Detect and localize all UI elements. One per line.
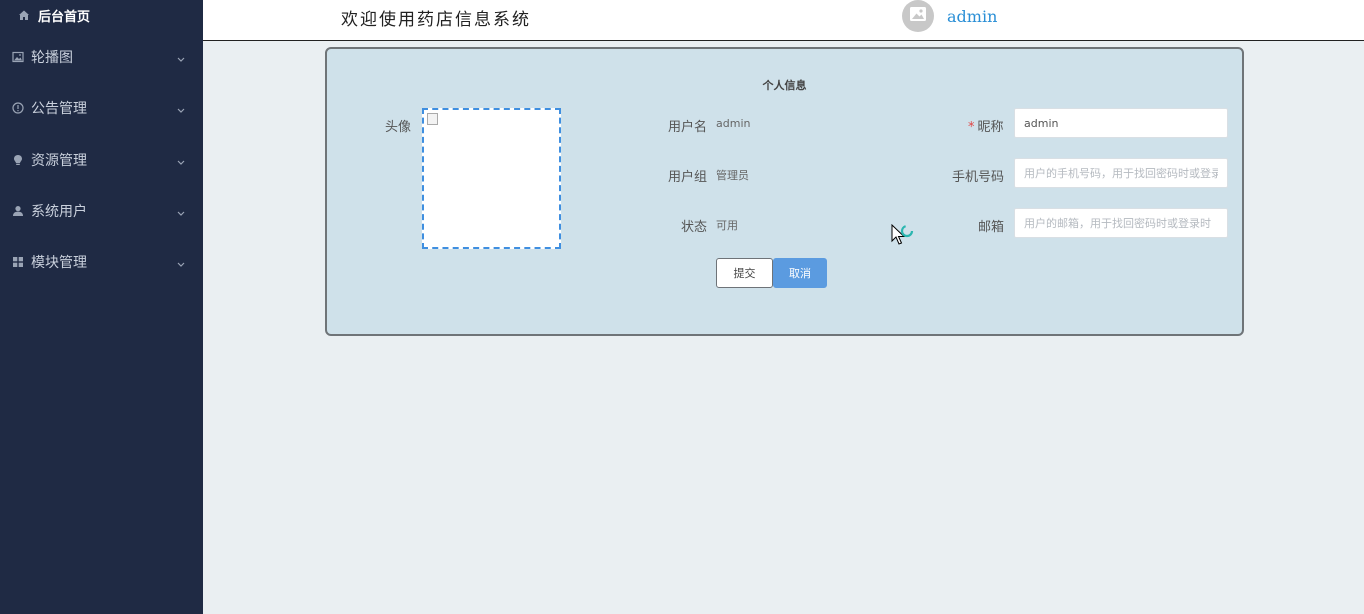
sidebar-item-carousel[interactable]: 轮播图 xyxy=(0,37,203,77)
sidebar-item-label: 系统用户 xyxy=(31,204,87,220)
sidebar-item-label: 模块管理 xyxy=(31,255,87,271)
user-icon xyxy=(12,205,24,217)
sidebar-item-announcements[interactable]: 公告管理 xyxy=(0,88,203,128)
phone-label: 手机号码 xyxy=(952,170,1005,185)
nickname-label: * 昵称 xyxy=(968,116,1004,135)
chevron-down-icon xyxy=(176,103,186,113)
sidebar-item-resources[interactable]: 资源管理 xyxy=(0,140,203,180)
current-user-name[interactable]: admin xyxy=(947,7,997,26)
chevron-down-icon xyxy=(176,52,186,62)
top-header: 欢迎使用药店信息系统 admin xyxy=(203,0,1364,41)
avatar-label: 头像 xyxy=(385,120,412,135)
panel-title: 个人信息 xyxy=(762,79,807,92)
chevron-down-icon xyxy=(176,206,186,216)
sidebar-item-home[interactable]: 后台首页 xyxy=(0,0,203,35)
avatar-upload[interactable] xyxy=(422,108,561,249)
chevron-down-icon xyxy=(176,155,186,165)
bulb-icon xyxy=(12,154,24,166)
nickname-field[interactable] xyxy=(1014,108,1228,138)
required-marker: * xyxy=(968,120,975,135)
phone-field[interactable] xyxy=(1014,158,1228,188)
info-circle-icon xyxy=(12,102,24,114)
broken-image-icon xyxy=(427,113,438,125)
sidebar-item-label: 后台首页 xyxy=(38,9,91,25)
welcome-title: 欢迎使用药店信息系统 xyxy=(341,10,531,30)
user-group-label: 用户组 xyxy=(668,170,708,185)
sidebar-item-system-users[interactable]: 系统用户 xyxy=(0,191,203,231)
user-avatar[interactable] xyxy=(902,0,934,32)
sidebar-item-modules[interactable]: 模块管理 xyxy=(0,242,203,282)
busy-cursor-icon xyxy=(891,223,917,248)
sidebar-item-label: 资源管理 xyxy=(31,153,87,169)
user-group-value: 管理员 xyxy=(716,169,749,182)
nickname-label-text: 昵称 xyxy=(977,120,1004,135)
status-label: 状态 xyxy=(681,220,708,235)
grid-icon xyxy=(12,256,24,268)
image-icon xyxy=(909,6,927,26)
status-value: 可用 xyxy=(716,219,738,232)
sidebar: 后台首页 轮播图 公告管理 资源管理 系统用户 模块管理 xyxy=(0,0,203,614)
submit-button[interactable]: 提交 xyxy=(716,258,773,288)
image-icon xyxy=(12,51,24,63)
email-label: 邮箱 xyxy=(978,220,1005,235)
sidebar-item-label: 公告管理 xyxy=(31,101,87,117)
profile-panel: 个人信息 头像 用户名 admin 用户组 管理员 状态 可用 *昵称 手机号码… xyxy=(325,47,1244,336)
chevron-down-icon xyxy=(176,257,186,267)
username-value: admin xyxy=(716,117,751,130)
sidebar-item-label: 轮播图 xyxy=(31,50,73,66)
cancel-button[interactable]: 取消 xyxy=(773,258,827,288)
home-icon xyxy=(18,9,30,21)
email-field[interactable] xyxy=(1014,208,1228,238)
username-label: 用户名 xyxy=(668,120,708,135)
